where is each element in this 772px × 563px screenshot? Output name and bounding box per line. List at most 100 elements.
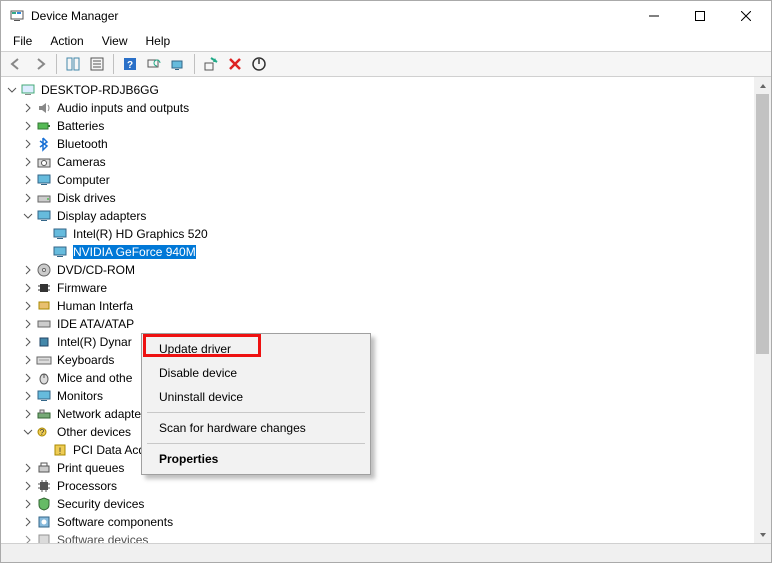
printer-icon [35,460,53,476]
forward-button[interactable] [29,53,51,75]
expand-icon[interactable] [21,389,35,403]
collapse-icon[interactable] [21,209,35,223]
tree-item-keyboards[interactable]: Keyboards [1,351,771,369]
tree-label: Keyboards [57,353,114,367]
menubar: File Action View Help [1,31,771,51]
update-driver-icon[interactable] [167,53,189,75]
tree-item-network[interactable]: Network adapters [1,405,771,423]
tree-item-printqueues[interactable]: Print queues [1,459,771,477]
tree-item-audio[interactable]: Audio inputs and outputs [1,99,771,117]
expand-icon[interactable] [21,407,35,421]
context-menu: Update driver Disable device Uninstall d… [141,333,371,475]
ctx-properties[interactable]: Properties [145,447,367,471]
menu-action[interactable]: Action [42,32,91,50]
expand-icon[interactable] [21,317,35,331]
enable-device-icon[interactable] [248,53,270,75]
expand-icon[interactable] [21,515,35,529]
hid-icon [35,298,53,314]
tree-item-cameras[interactable]: Cameras [1,153,771,171]
ctx-update-driver[interactable]: Update driver [145,337,367,361]
expand-icon[interactable] [21,263,35,277]
tree-item-nvidia-geforce[interactable]: NVIDIA GeForce 940M [1,243,771,261]
uninstall-device-icon[interactable] [200,53,222,75]
tree-item-processors[interactable]: Processors [1,477,771,495]
tree-item-computer[interactable]: Computer [1,171,771,189]
expand-icon[interactable] [21,497,35,511]
svg-text:?: ? [127,60,133,71]
back-button[interactable] [5,53,27,75]
expand-icon[interactable] [21,281,35,295]
tree-item-dvd[interactable]: DVD/CD-ROM [1,261,771,279]
tree-label: Computer [57,173,110,187]
tree-item-pci-controller[interactable]: !PCI Data Acquisition and Signal Process… [1,441,771,459]
expand-icon[interactable] [21,461,35,475]
expand-icon[interactable] [21,191,35,205]
tree-item-firmware[interactable]: Firmware [1,279,771,297]
battery-icon [35,118,53,134]
expand-icon[interactable] [21,353,35,367]
expand-icon[interactable] [21,155,35,169]
expand-icon[interactable] [21,299,35,313]
help-icon[interactable]: ? [119,53,141,75]
ctx-uninstall-device[interactable]: Uninstall device [145,385,367,409]
tree-label: DVD/CD-ROM [57,263,135,277]
security-icon [35,496,53,512]
disable-device-icon[interactable] [224,53,246,75]
tree-item-intel-dynamic[interactable]: Intel(R) Dynar [1,333,771,351]
tree-label: Processors [57,479,117,493]
expand-icon[interactable] [21,119,35,133]
device-tree[interactable]: DESKTOP-RDJB6GG Audio inputs and outputs… [1,77,771,543]
close-button[interactable] [723,1,769,31]
scroll-down-button[interactable] [754,526,771,543]
expand-icon[interactable] [21,101,35,115]
vertical-scrollbar[interactable] [754,77,771,543]
expand-icon[interactable] [21,371,35,385]
scroll-thumb[interactable] [756,94,769,354]
expand-icon[interactable] [21,335,35,349]
menu-file[interactable]: File [5,32,40,50]
scroll-up-button[interactable] [754,77,771,94]
tree-item-batteries[interactable]: Batteries [1,117,771,135]
tree-item-swcomponents[interactable]: Software components [1,513,771,531]
tree-root[interactable]: DESKTOP-RDJB6GG [1,81,771,99]
mouse-icon [35,370,53,386]
show-hide-console-tree-icon[interactable] [62,53,84,75]
tree-item-mice[interactable]: Mice and othe [1,369,771,387]
minimize-button[interactable] [631,1,677,31]
camera-icon [35,154,53,170]
tree-item-intel-hd-graphics[interactable]: Intel(R) HD Graphics 520 [1,225,771,243]
collapse-icon[interactable] [5,83,19,97]
keyboard-icon [35,352,53,368]
tree-item-swdevices[interactable]: Software devices [1,531,771,543]
device-manager-window: Device Manager File Action View Help ? [0,0,772,563]
speaker-icon [35,100,53,116]
menu-view[interactable]: View [94,32,136,50]
software-icon [35,514,53,530]
tree-item-monitors[interactable]: Monitors [1,387,771,405]
tree-label: Monitors [57,389,103,403]
tree-label: Security devices [57,497,144,511]
ctx-scan-hardware[interactable]: Scan for hardware changes [145,416,367,440]
expand-icon[interactable] [21,173,35,187]
tree-item-hid[interactable]: Human Interfa [1,297,771,315]
tree-item-diskdrives[interactable]: Disk drives [1,189,771,207]
ctx-disable-device[interactable]: Disable device [145,361,367,385]
tree-item-security[interactable]: Security devices [1,495,771,513]
tree-item-display-adapters[interactable]: Display adapters [1,207,771,225]
menu-help[interactable]: Help [138,32,179,50]
tree-label: Audio inputs and outputs [57,101,189,115]
scan-hardware-icon[interactable] [143,53,165,75]
collapse-icon[interactable] [21,425,35,439]
tree-item-bluetooth[interactable]: Bluetooth [1,135,771,153]
tree-label: Bluetooth [57,137,108,151]
maximize-button[interactable] [677,1,723,31]
app-icon [9,8,25,24]
expand-icon[interactable] [21,137,35,151]
tree-label: Network adapters [57,407,151,421]
tree-item-other-devices[interactable]: ?Other devices [1,423,771,441]
tree-item-ide[interactable]: IDE ATA/ATAP [1,315,771,333]
properties-icon[interactable] [86,53,108,75]
expand-icon[interactable] [21,533,35,543]
expand-icon[interactable] [21,479,35,493]
chip-icon [35,334,53,350]
